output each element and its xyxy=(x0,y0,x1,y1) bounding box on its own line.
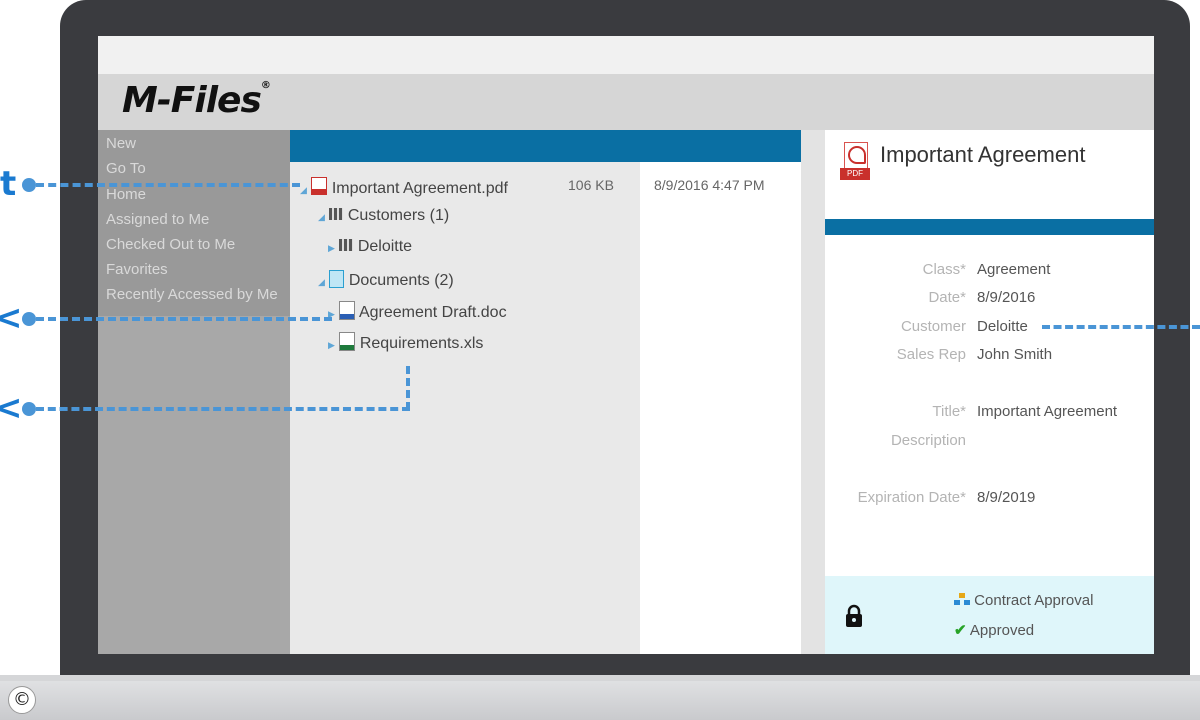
callout-line-right xyxy=(1042,325,1200,329)
laptop-base xyxy=(0,675,1200,720)
prop-value-class[interactable]: Agreement xyxy=(977,261,1050,278)
sidebar-item-go-to[interactable]: Go To xyxy=(106,160,146,177)
prop-label-expiration-date: Expiration Date* xyxy=(857,489,966,506)
laptop-base-edge xyxy=(0,675,1200,681)
prop-value-title[interactable]: Important Agreement xyxy=(977,403,1117,420)
sidebar-item-home[interactable]: Home xyxy=(106,186,146,203)
prop-label-date: Date* xyxy=(928,289,966,306)
expand-caret-icon[interactable]: ◢ xyxy=(300,185,307,195)
prop-label-description: Description xyxy=(890,432,966,449)
document-stack-icon xyxy=(329,270,345,288)
lock-icon xyxy=(842,604,866,628)
building-icon xyxy=(329,208,344,220)
callout-dot-top xyxy=(22,178,36,192)
workflow-name-row[interactable]: Contract Approval xyxy=(954,592,1093,609)
excel-doc-icon xyxy=(339,332,356,351)
sidebar-item-assigned-to-me[interactable]: Assigned to Me xyxy=(106,211,209,228)
pane-divider[interactable] xyxy=(801,130,825,654)
workflow-state-row[interactable]: ✔ Approved xyxy=(954,621,1034,639)
pdf-badge: PDF xyxy=(840,168,870,180)
pdf-large-icon: PDF xyxy=(840,142,870,180)
expand-caret-icon[interactable]: ◢ xyxy=(318,277,325,287)
tree-row-customers[interactable]: ◢ Customers (1) xyxy=(318,207,449,225)
callout-line-bottom xyxy=(36,407,410,411)
tree-item-label: Important Agreement.pdf xyxy=(331,180,508,197)
tree-row-agreement-draft[interactable]: ▶ Agreement Draft.doc xyxy=(328,301,507,322)
tree-row-important-agreement[interactable]: ◢ Important Agreement.pdf xyxy=(300,177,508,198)
expand-caret-icon[interactable]: ◢ xyxy=(318,212,325,222)
prop-value-expiration-date[interactable]: 8/9/2019 xyxy=(977,489,1035,506)
metadata-accent-bar xyxy=(825,219,1154,235)
word-doc-icon xyxy=(339,301,356,320)
callout-line-bottom-vertical xyxy=(406,366,410,410)
prop-label-sales-rep: Sales Rep xyxy=(896,346,966,363)
list-header-bar xyxy=(290,130,801,162)
callout-line-top xyxy=(36,183,300,187)
sidebar-item-recently-accessed[interactable]: Recently Accessed by Me xyxy=(106,286,278,303)
logo-registered-mark: ® xyxy=(260,80,271,91)
workflow-state: Approved xyxy=(969,622,1035,639)
sidebar-item-new[interactable]: New xyxy=(106,135,136,152)
pdf-icon xyxy=(311,177,328,195)
sidebar-item-checked-out-to-me[interactable]: Checked Out to Me xyxy=(106,236,235,253)
expand-caret-icon[interactable]: ▶ xyxy=(328,243,335,253)
callout-dot-bottom xyxy=(22,402,36,416)
workflow-panel xyxy=(825,576,1154,654)
tree-item-label: Documents (2) xyxy=(348,272,454,289)
edge-fragment-bottom: < xyxy=(0,388,23,428)
screen: M-Files® New Go To Home Assigned to Me C… xyxy=(98,36,1154,654)
modified-date: 8/9/2016 4:47 PM xyxy=(654,177,765,193)
prop-label-customer: Customer xyxy=(900,318,966,335)
tree-item-label: Customers (1) xyxy=(347,207,450,224)
window-top-bar xyxy=(98,36,1154,74)
prop-label-class: Class* xyxy=(922,261,966,278)
tree-item-label: Agreement Draft.doc xyxy=(358,304,507,321)
checkmark-icon: ✔ xyxy=(954,622,967,639)
logo-text: M-Files xyxy=(122,80,262,121)
prop-value-date[interactable]: 8/9/2016 xyxy=(977,289,1035,306)
workflow-icon xyxy=(954,593,970,605)
tree-row-requirements[interactable]: ▶ Requirements.xls xyxy=(328,332,483,353)
callout-line-middle xyxy=(36,317,332,321)
tree-item-label: Deloitte xyxy=(357,238,413,255)
sidebar-item-favorites[interactable]: Favorites xyxy=(106,261,168,278)
metadata-title: Important Agreement xyxy=(880,142,1086,167)
app-logo: M-Files® xyxy=(122,80,271,121)
copyright-badge: © xyxy=(8,686,36,714)
callout-dot-middle xyxy=(22,312,36,326)
tree-item-label: Requirements.xls xyxy=(359,335,484,352)
edge-fragment-middle: < xyxy=(0,298,23,338)
tree-row-deloitte[interactable]: ▶ Deloitte xyxy=(328,238,412,256)
edge-fragment-top: t xyxy=(0,164,17,204)
prop-label-title: Title* xyxy=(932,403,966,420)
building-icon xyxy=(339,239,354,251)
expand-caret-icon[interactable]: ▶ xyxy=(328,340,335,350)
prop-value-sales-rep[interactable]: John Smith xyxy=(977,346,1052,363)
date-column xyxy=(640,162,801,654)
prop-value-customer[interactable]: Deloitte xyxy=(977,318,1028,335)
workflow-name: Contract Approval xyxy=(974,592,1094,609)
tree-row-documents[interactable]: ◢ Documents (2) xyxy=(318,270,454,290)
file-size: 106 KB xyxy=(568,177,614,193)
